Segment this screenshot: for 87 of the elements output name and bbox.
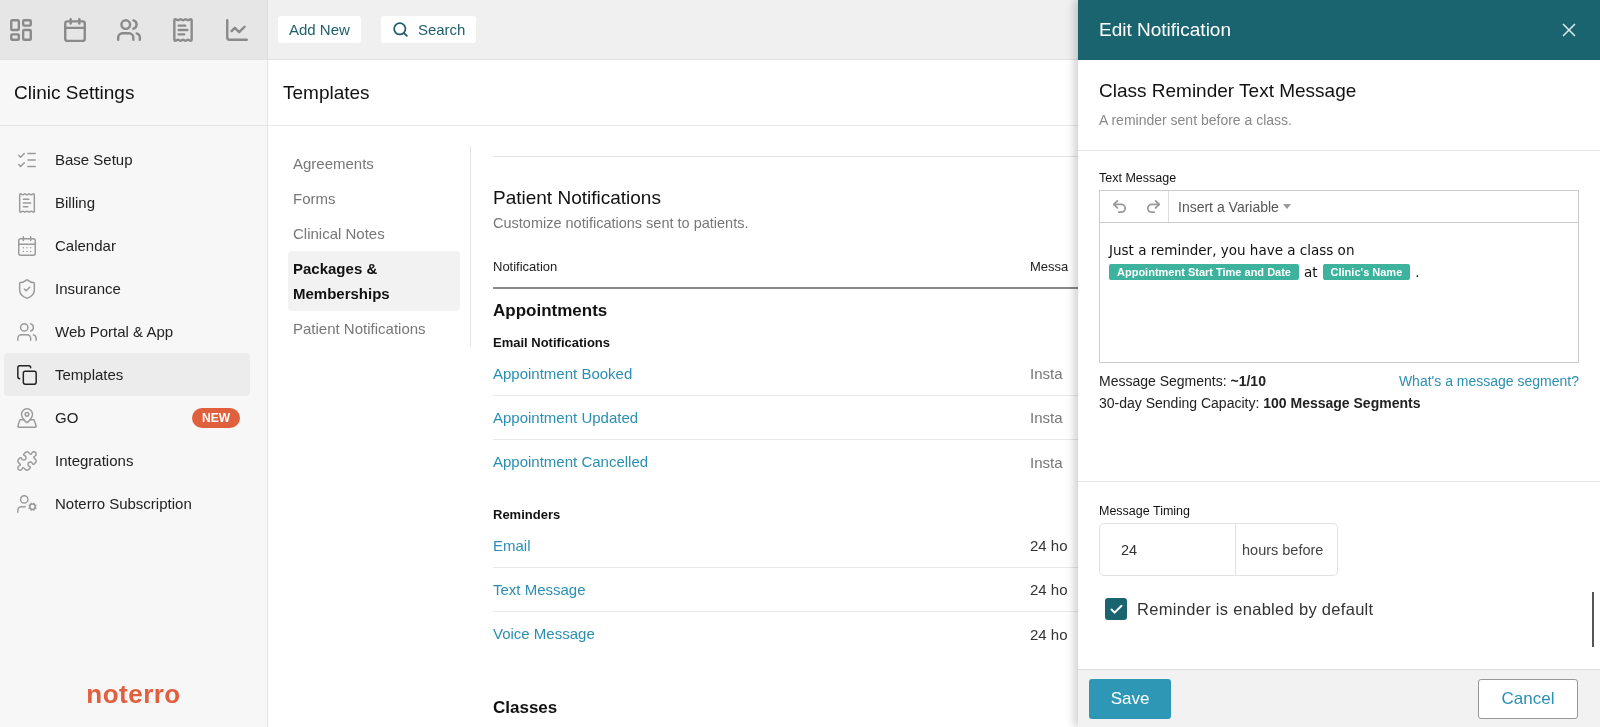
notification-link[interactable]: Text Message [493, 580, 586, 598]
search-button[interactable]: Search [380, 16, 477, 43]
notification-description: A reminder sent before a class. [1099, 112, 1293, 128]
calendar-icon[interactable] [62, 16, 88, 43]
subnav-item[interactable]: Patient Notifications [288, 311, 460, 346]
message-text: Just a reminder, you have a class on [1109, 241, 1355, 260]
sidebar-item-label: Noterro Subscription [55, 495, 193, 512]
sidebar-item-label: Web Portal & App [55, 323, 175, 340]
sidebar-item[interactable]: Calendar [4, 224, 250, 267]
shield-icon [16, 277, 38, 300]
subgroup-title: Reminders [493, 507, 561, 522]
sidebar-item[interactable]: Web Portal & App [4, 310, 250, 353]
group-title: Classes [493, 698, 558, 718]
sidebar-item[interactable]: Base Setup [4, 138, 250, 181]
people-icon[interactable] [116, 16, 142, 43]
sidebar-item-label: Billing [55, 194, 97, 211]
notification-link[interactable]: Appointment Cancelled [493, 453, 649, 470]
redo-button[interactable] [1145, 198, 1162, 215]
field-label: Message Timing [1099, 504, 1191, 518]
sidebar-item-label: Insurance [55, 280, 122, 297]
timing-text: 24 ho [1030, 625, 1069, 643]
variable-tag: Appointment Start Time and Date [1109, 264, 1299, 280]
notification-link[interactable]: Email [493, 536, 531, 554]
new-badge: NEW [192, 407, 240, 428]
sidebar-item[interactable]: Templates [4, 353, 250, 396]
dashboard-icon[interactable] [8, 16, 34, 43]
sidebar-item-label: Calendar [55, 237, 117, 254]
sidebar-item[interactable]: Integrations [4, 439, 250, 482]
sidebar-item[interactable]: Insurance [4, 267, 250, 310]
caret-icon [1282, 204, 1291, 209]
sidebar-item-label: GO [55, 409, 80, 426]
logo: noterro [86, 679, 181, 710]
copy-icon [16, 363, 38, 386]
notification-title: Class Reminder Text Message [1099, 80, 1358, 102]
insert-variable-dropdown[interactable]: Insert a Variable [1169, 198, 1291, 215]
sidebar-item-label: Integrations [55, 452, 135, 469]
calendar-icon [16, 234, 38, 257]
subnav-item[interactable]: Clinical Notes [288, 216, 460, 251]
sidebar-item[interactable]: GO NEW [4, 396, 250, 439]
undo-icon [1111, 198, 1128, 215]
message-text: at [1304, 263, 1318, 282]
scrollbar[interactable] [1592, 592, 1594, 647]
segment-help-link[interactable]: What's a message segment? [1398, 373, 1579, 389]
message-text: . [1415, 263, 1420, 282]
timing-text: 24 ho [1030, 537, 1069, 554]
sidebar-item-label: Templates [55, 366, 125, 383]
checkbox[interactable] [1105, 598, 1127, 620]
message-editor[interactable]: Insert a Variable Just a reminder, you have a class on Appointment Start Time and Date at Clinic's Name . [1099, 190, 1579, 363]
capacity-text: 30-day Sending Capacity: 100 Message Segments [1099, 395, 1422, 411]
segments-text: Message Segments: ~1/10 [1099, 373, 1266, 389]
receipt-icon [16, 191, 38, 214]
subnav-item[interactable]: Agreements [288, 146, 460, 181]
people-icon [16, 320, 38, 343]
hours-input[interactable]: 24 [1099, 523, 1236, 576]
panel-title: Edit Notification [1099, 19, 1231, 41]
search-icon [391, 21, 409, 38]
sidebar-title: Clinic Settings [0, 60, 267, 126]
chart-icon[interactable] [224, 16, 250, 43]
sidebar-item[interactable]: Noterro Subscription [4, 482, 250, 525]
subnav-item[interactable]: Forms [288, 181, 460, 216]
notification-link[interactable]: Appointment Booked [493, 364, 633, 382]
group-title: Appointments [493, 301, 608, 321]
user-gear-icon [16, 492, 38, 515]
sidebar-item-label: Base Setup [55, 151, 134, 168]
puzzle-icon [16, 449, 38, 472]
unit-label: hours before [1236, 523, 1338, 576]
subnav-item[interactable]: Packages & Memberships [288, 251, 460, 311]
notification-link[interactable]: Appointment Updated [493, 408, 639, 426]
section-subtitle: Customize notifications sent to patients. [493, 215, 749, 231]
redo-icon [1145, 198, 1162, 215]
receipt-icon[interactable] [170, 16, 196, 43]
cancel-button[interactable]: Cancel [1478, 678, 1578, 719]
timing-text: Insta [1030, 365, 1064, 382]
add-new-button[interactable]: Add New [278, 16, 361, 43]
section-title: Patient Notifications [493, 187, 661, 209]
map-icon [16, 406, 38, 429]
sidebar-item[interactable]: Billing [4, 181, 250, 224]
column-header: Notification [493, 231, 1030, 289]
undo-button[interactable] [1111, 198, 1128, 215]
notification-link[interactable]: Voice Message [493, 625, 595, 642]
subgroup-title: Email Notifications [493, 335, 611, 350]
timing-text: Insta [1030, 453, 1064, 471]
checkbox-label: Reminder is enabled by default [1137, 599, 1374, 619]
field-label: Text Message [1099, 171, 1178, 185]
timing-text: 24 ho [1030, 581, 1069, 598]
variable-tag: Clinic's Name [1322, 264, 1411, 280]
timing-text: Insta [1030, 409, 1064, 426]
